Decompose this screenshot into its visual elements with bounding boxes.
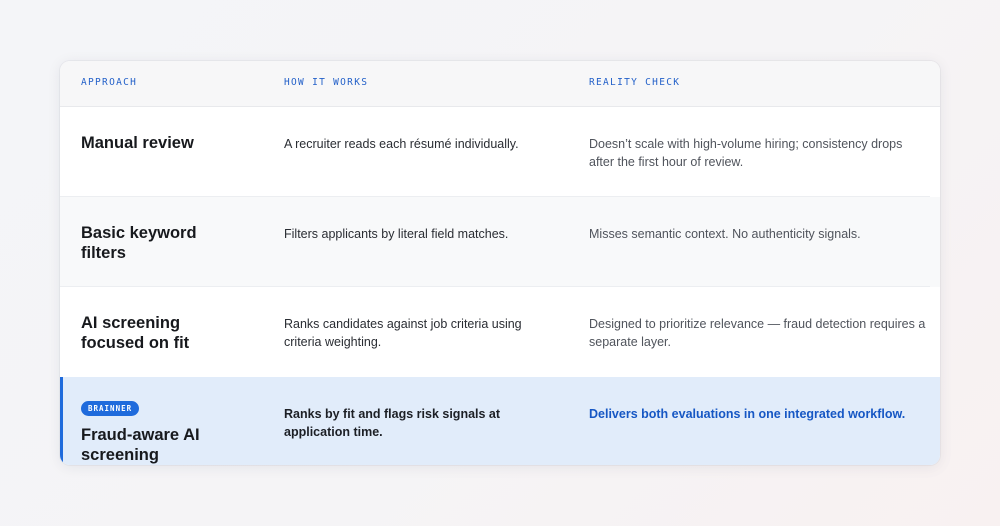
how-it-works-text: Filters applicants by literal field matc…	[284, 227, 509, 241]
header-how-it-works: HOW IT WORKS	[284, 77, 369, 88]
reality-check-text: Designed to prioritize relevance — fraud…	[589, 317, 926, 349]
approach-name: AI screening focused on fit	[81, 314, 190, 352]
approach-name: Fraud-aware AI screening	[81, 426, 200, 464]
approach-name: Manual review	[81, 134, 194, 152]
table-row: AI screening focused on fit Ranks candid…	[60, 287, 940, 377]
table-row-highlighted: BRAINNER Fraud-aware AI screening Ranks …	[60, 377, 940, 465]
reality-check-text: Doesn’t scale with high-volume hiring; c…	[589, 137, 903, 169]
how-it-works-text: A recruiter reads each résumé individual…	[284, 137, 519, 151]
reality-check-text: Delivers both evaluations in one integra…	[589, 407, 906, 421]
reality-check-text: Misses semantic context. No authenticity…	[589, 227, 861, 241]
header-approach: APPROACH	[81, 77, 138, 88]
brand-badge: BRAINNER	[81, 401, 140, 416]
how-it-works-text: Ranks by fit and flags risk signals at a…	[284, 407, 501, 439]
table-row: Manual review A recruiter reads each rés…	[60, 107, 940, 197]
table-row: Basic keyword filters Filters applicants…	[60, 197, 940, 287]
how-it-works-text: Ranks candidates against job criteria us…	[284, 317, 522, 349]
approach-name: Basic keyword filters	[81, 224, 197, 262]
comparison-table: APPROACH HOW IT WORKS REALITY CHECK Manu…	[60, 61, 940, 465]
header-reality-check: REALITY CHECK	[589, 77, 681, 88]
table-header: APPROACH HOW IT WORKS REALITY CHECK	[60, 61, 940, 107]
